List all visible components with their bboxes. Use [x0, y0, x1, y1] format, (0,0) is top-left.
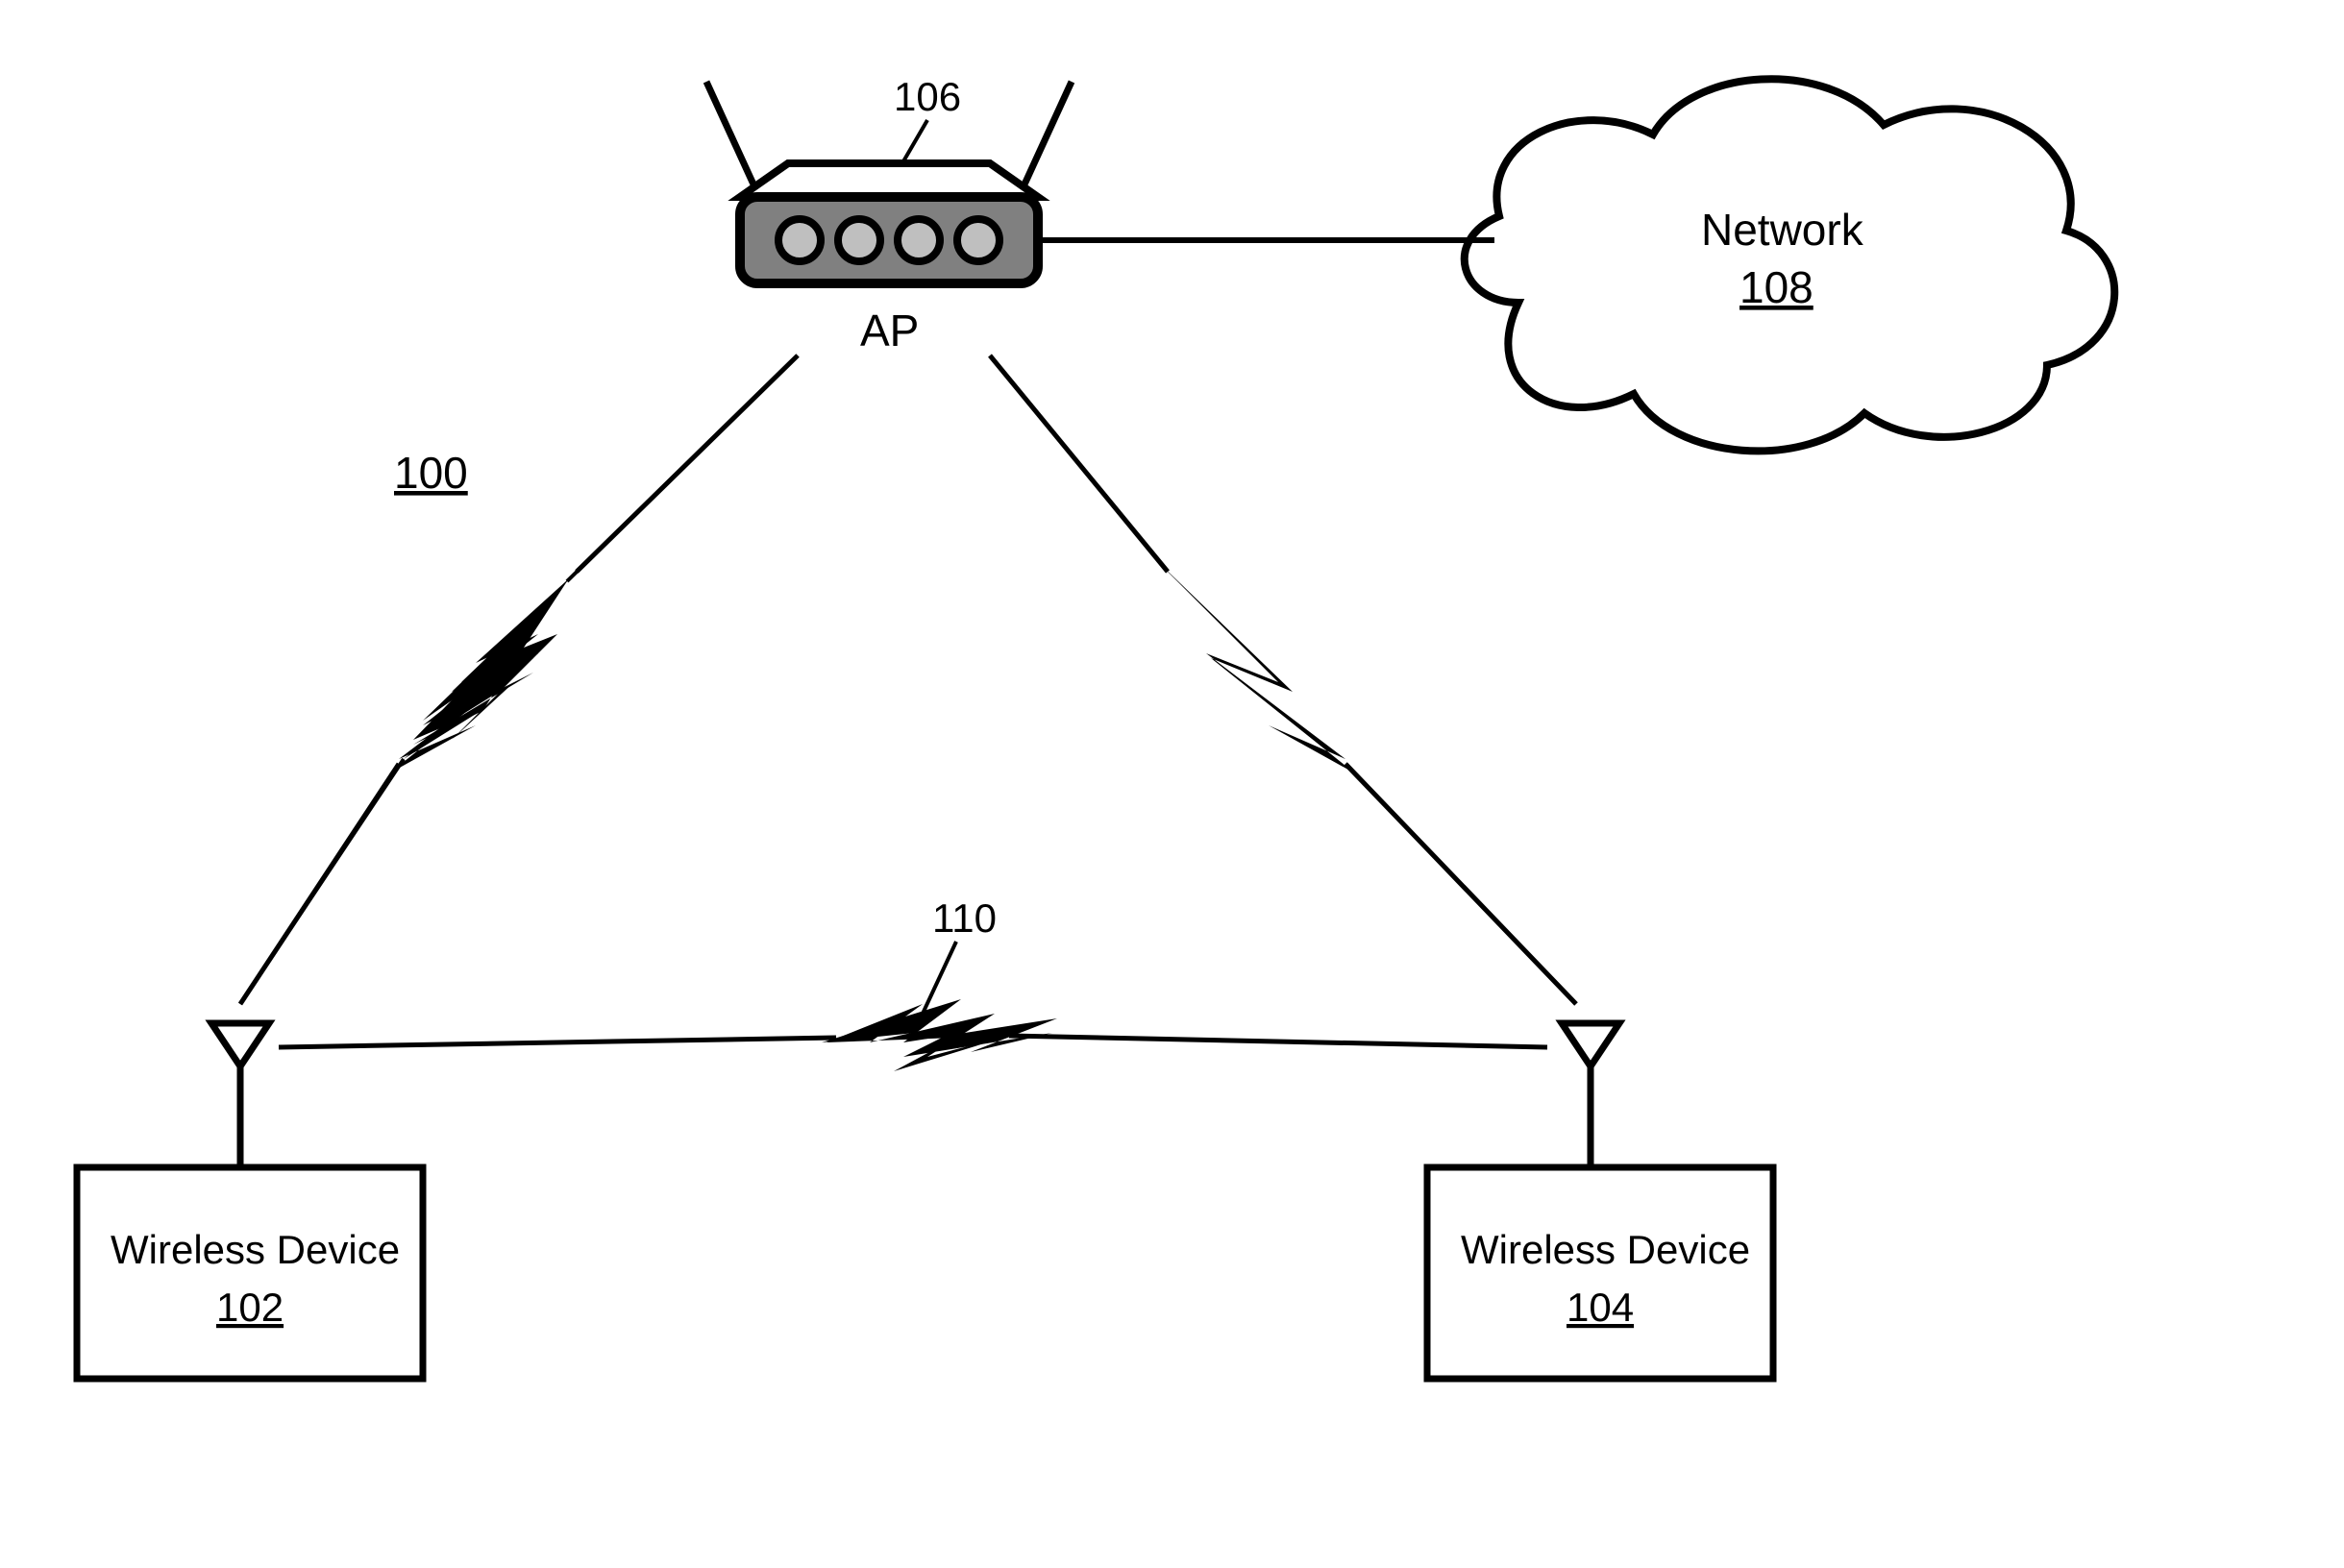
access-point: [706, 82, 1072, 283]
p2p-ref: 110: [932, 895, 997, 941]
network-label: Network: [1701, 205, 1864, 255]
network-ref: 108: [1739, 262, 1814, 312]
device-left-ref: 102: [216, 1285, 284, 1330]
device-left-label: Wireless Device: [111, 1227, 400, 1272]
ap-ref: 106: [894, 74, 961, 119]
wireless-link-left: [240, 355, 798, 1004]
device-right-ref: 104: [1567, 1285, 1634, 1330]
network-cloud: Network 108: [1465, 79, 2114, 451]
wireless-link-right: [990, 355, 1576, 1004]
ap-label: AP: [860, 306, 919, 355]
wireless-link-p2p: [279, 999, 1547, 1071]
device-right-label: Wireless Device: [1461, 1227, 1750, 1272]
wireless-device-left: Wireless Device 102: [77, 1023, 423, 1379]
network-diagram: AP 106 Network 108 100: [0, 0, 2344, 1568]
wireless-device-right: Wireless Device 104: [1427, 1023, 1773, 1379]
system-ref: 100: [394, 448, 468, 498]
